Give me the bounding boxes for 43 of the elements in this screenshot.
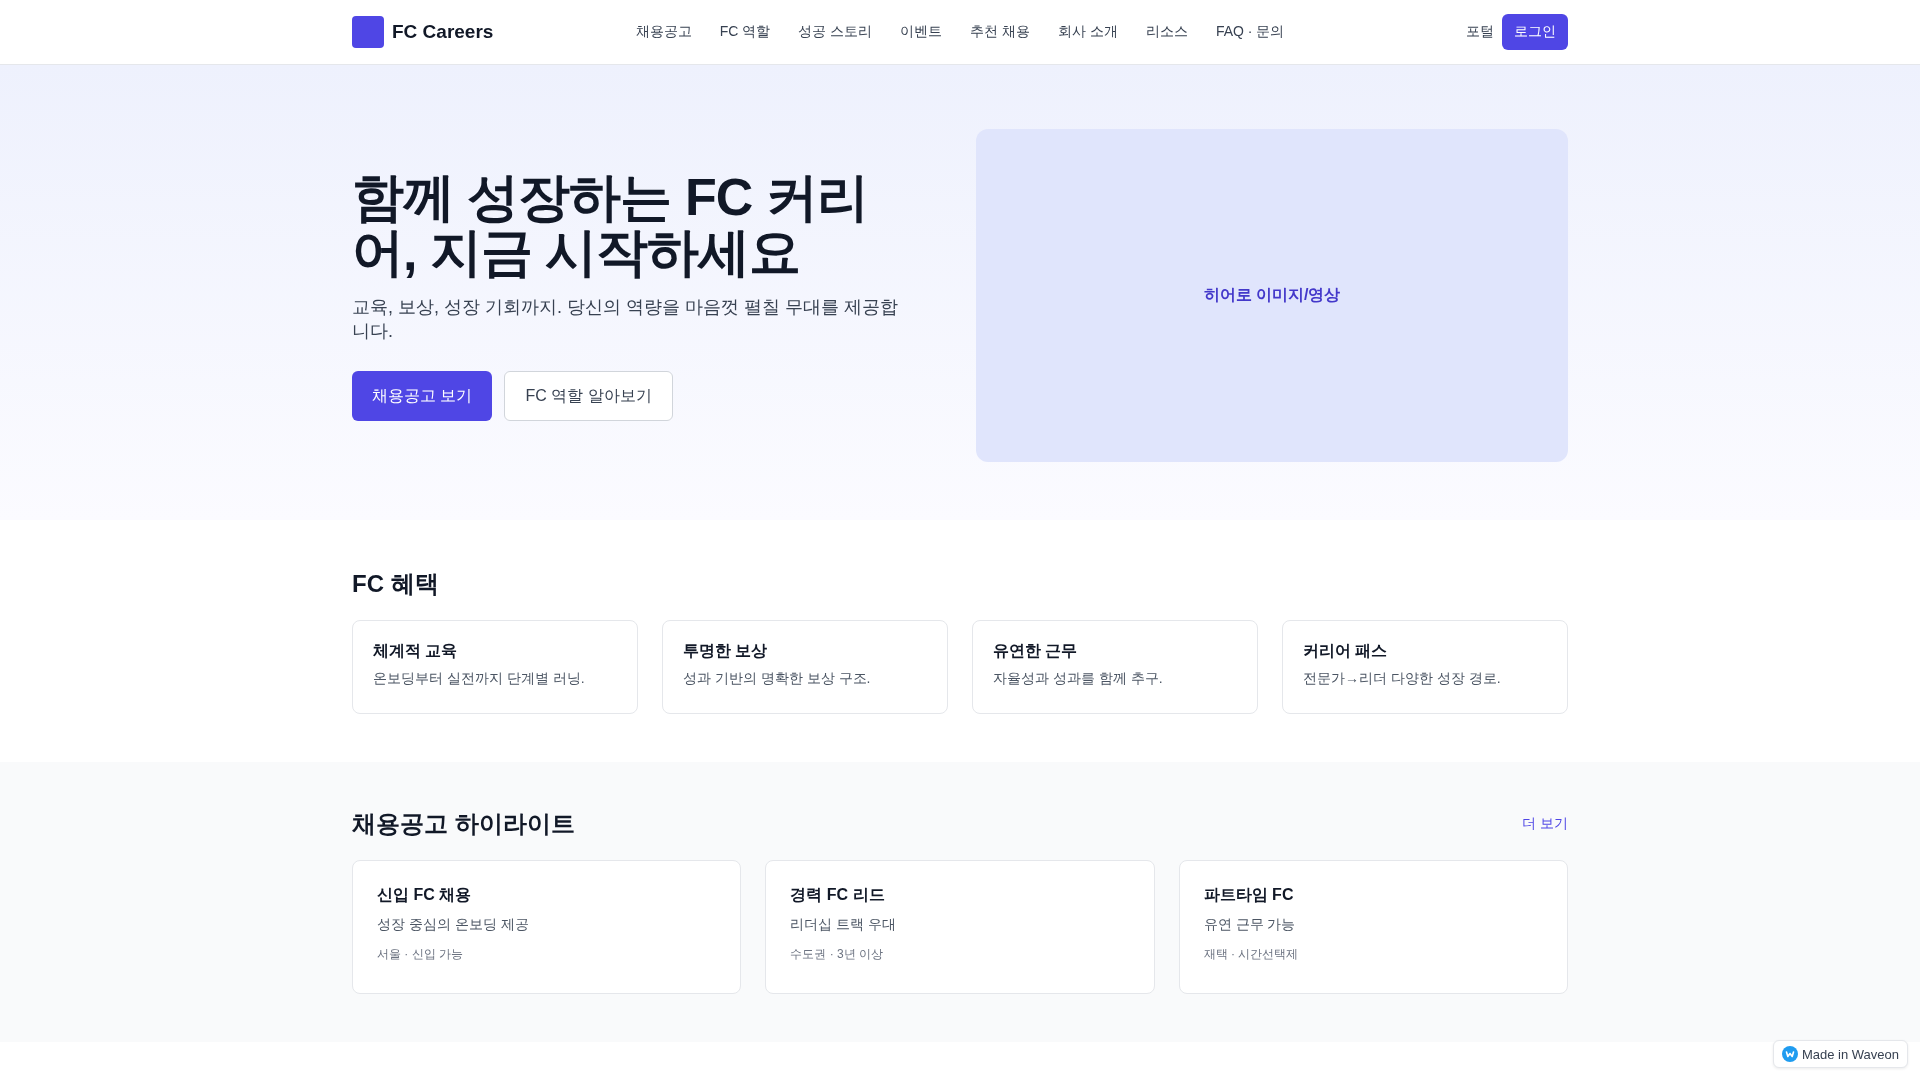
nav-link[interactable]: 성공 스토리 (798, 23, 873, 41)
login-button[interactable]: 로그인 (1502, 14, 1568, 50)
job-description: 성장 중심의 온보딩 제공 (377, 916, 530, 934)
job-description: 리더십 트랙 우대 (790, 916, 898, 934)
job-meta: 재택 · 시간선택제 (1203, 946, 1300, 963)
job-title: 파트타임 FC (1203, 885, 1295, 905)
nav-link[interactable]: 회사 소개 (1058, 23, 1118, 41)
portal-link[interactable]: 포털 (1466, 23, 1494, 41)
brand-icon (1781, 1046, 1798, 1062)
job-meta: 서울 · 신입 가능 (377, 946, 464, 963)
job-listings-button[interactable]: 채용공고 보기 (352, 371, 493, 422)
nav-link[interactable]: FAQ · 문의 (1215, 23, 1285, 41)
nav-link[interactable]: 리소스 (1145, 23, 1188, 41)
hero-title: 함께 성장하는 FC 커리어, 지금 시작하세요 (352, 169, 869, 280)
card-title: 체계적 교육 (373, 641, 459, 661)
card-text: 전문가→리더 다양한 성장 경로. (1303, 670, 1502, 688)
job-card[interactable]: 파트타임 FC 유연 근무 가능 재택 · 시간선택제 (1178, 860, 1568, 994)
job-card[interactable]: 경력 FC 리드 리더십 트랙 우대 수도권 · 3년 이상 (765, 860, 1155, 994)
job-title: 경력 FC 리드 (790, 885, 886, 905)
nav-link[interactable]: 이벤트 (900, 23, 943, 41)
job-description: 유연 근무 가능 (1203, 916, 1297, 934)
more-link[interactable]: 더 보기 (1522, 815, 1568, 833)
badge-text: Made in Waveon (1801, 1046, 1899, 1062)
nav-link[interactable]: 채용공고 (635, 23, 692, 41)
card-title: 유연한 근무 (993, 641, 1079, 661)
card-title: 투명한 보상 (683, 641, 769, 661)
logo-icon (352, 16, 384, 48)
card-title: 커리어 패스 (1303, 641, 1389, 661)
placeholder-label: 히어로 이미지/영상 (1203, 285, 1341, 305)
card-text: 자율성과 성과를 함께 추구. (993, 670, 1164, 688)
learn-role-button[interactable]: FC 역할 알아보기 (504, 371, 673, 422)
job-title: 신입 FC 채용 (377, 885, 473, 905)
made-in-badge[interactable]: Made in Waveon (1772, 1040, 1908, 1068)
job-meta: 수도권 · 3년 이상 (790, 946, 884, 963)
card-text: 온보딩부터 실전까지 단계별 러닝. (373, 670, 586, 688)
nav-link[interactable]: FC 역할 (719, 23, 771, 41)
logo-text[interactable]: FC Careers (392, 21, 494, 43)
section-title: FC 혜택 (352, 569, 440, 599)
nav-link[interactable]: 추천 채용 (970, 23, 1030, 41)
job-card[interactable]: 신입 FC 채용 성장 중심의 온보딩 제공 서울 · 신입 가능 (352, 860, 742, 994)
hero-subtitle: 교육, 보상, 성장 기회까지. 당신의 역량을 마음껏 펼칠 무대를 제공합니다. (352, 296, 899, 344)
card-text: 성과 기반의 명확한 보상 구조. (683, 670, 872, 688)
section-title: 채용공고 하이라이트 (352, 809, 575, 839)
